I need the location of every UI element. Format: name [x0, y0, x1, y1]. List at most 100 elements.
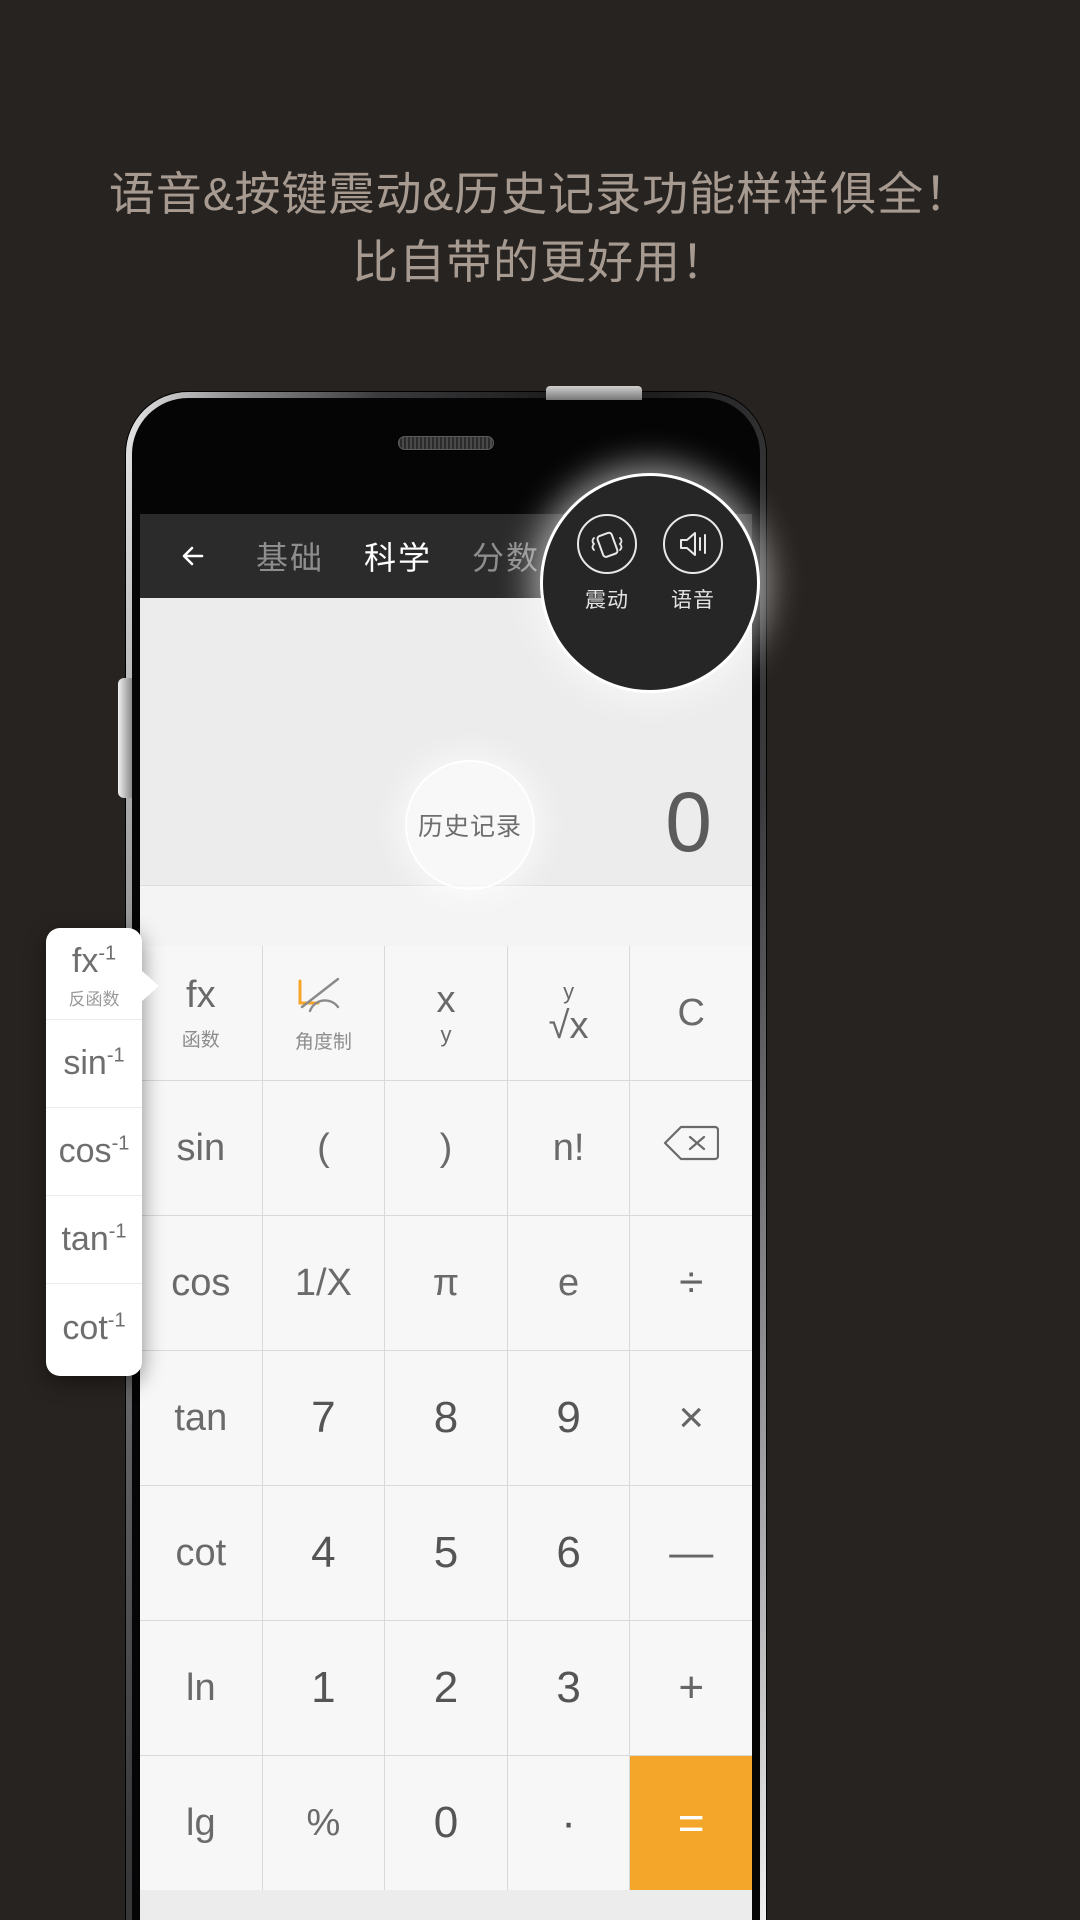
key-ln[interactable]: ln	[140, 1621, 262, 1755]
history-label: 历史记录	[417, 813, 522, 841]
inv-item-acot[interactable]: cot-1	[46, 1284, 142, 1372]
key-factorial[interactable]: n!	[507, 1081, 630, 1215]
key-pi[interactable]: π	[385, 1216, 507, 1350]
tab-fraction[interactable]: 分数	[472, 533, 540, 579]
key-label: ln	[186, 1666, 216, 1709]
key-label: +	[678, 1663, 705, 1712]
promo-line-2: 比自带的更好用！	[352, 236, 728, 288]
inv-item-asin[interactable]: sin-1	[46, 1020, 142, 1108]
key-superscript: y	[563, 978, 575, 1004]
key-paren-close[interactable]: )	[385, 1081, 507, 1215]
key-label: )	[439, 1126, 453, 1169]
key-plus[interactable]: +	[630, 1621, 752, 1755]
key-paren-open[interactable]: (	[262, 1081, 385, 1215]
calculator-keypad: fx 函数 角度制 xy y √x C sin () n! cos 1/X π…	[140, 946, 752, 1890]
key-label: 1/X	[294, 1261, 352, 1304]
key-lg[interactable]: lg	[140, 1756, 262, 1890]
angle-icon	[292, 973, 354, 1019]
key-label: e	[558, 1261, 580, 1304]
key-2[interactable]: 2	[385, 1621, 507, 1755]
vibrate-icon	[577, 514, 637, 574]
key-percent[interactable]: %	[262, 1756, 385, 1890]
inv-item-atan[interactable]: tan-1	[46, 1196, 142, 1284]
speaker-icon	[663, 514, 723, 574]
inv-superscript: -1	[98, 942, 117, 965]
key-label: 3	[556, 1663, 581, 1712]
key-label: π	[432, 1261, 460, 1304]
key-nth-root[interactable]: y √x	[507, 946, 630, 1080]
key-label: 9	[556, 1393, 581, 1442]
volume-button[interactable]	[118, 678, 132, 798]
inv-item-acos[interactable]: cos-1	[46, 1108, 142, 1196]
key-e[interactable]: e	[507, 1216, 630, 1350]
tab-basic[interactable]: 基础	[256, 533, 324, 579]
feature-voice[interactable]: 语音	[663, 514, 723, 614]
inv-label: cot	[62, 1308, 108, 1347]
key-1[interactable]: 1	[262, 1621, 385, 1755]
key-8[interactable]: 8	[385, 1351, 507, 1485]
history-highlight[interactable]: 历史记录	[405, 760, 535, 890]
backspace-icon	[663, 1124, 720, 1172]
key-7[interactable]: 7	[262, 1351, 385, 1485]
history-drawer-handle-zone[interactable]	[140, 886, 752, 980]
feature-vibrate[interactable]: 震动	[577, 514, 637, 614]
key-label: n!	[552, 1126, 585, 1169]
key-label: ×	[678, 1393, 705, 1442]
key-label: ÷	[679, 1258, 704, 1307]
key-sin[interactable]: sin	[140, 1081, 262, 1215]
key-sublabel: 函数	[181, 1030, 220, 1051]
inv-item-fx[interactable]: fx-1 反函数	[46, 932, 142, 1020]
power-button[interactable]	[546, 386, 642, 400]
key-0[interactable]: 0	[385, 1756, 507, 1890]
key-label: (	[317, 1126, 330, 1169]
key-5[interactable]: 5	[385, 1486, 507, 1620]
promo-headline: 语音&按键震动&历史记录功能样样俱全！ 比自带的更好用！	[0, 160, 1080, 296]
key-6[interactable]: 6	[507, 1486, 630, 1620]
inv-label: cos	[58, 1132, 112, 1170]
key-label: C	[677, 991, 705, 1034]
promo-line-1: 语音&按键震动&历史记录功能样样俱全！	[108, 168, 972, 220]
key-backspace[interactable]	[630, 1081, 752, 1215]
key-equals[interactable]: =	[630, 1756, 752, 1890]
key-cot[interactable]: cot	[140, 1486, 262, 1620]
feature-label: 语音	[671, 589, 715, 612]
key-label: ·	[561, 1798, 576, 1847]
key-power[interactable]: xy	[385, 946, 507, 1080]
key-label: 5	[433, 1528, 459, 1577]
key-tan[interactable]: tan	[140, 1351, 262, 1485]
key-label: fx	[186, 974, 216, 1016]
key-label: 8	[433, 1393, 459, 1442]
key-divide[interactable]: ÷	[630, 1216, 752, 1350]
feature-label: 震动	[585, 589, 629, 612]
key-reciprocal[interactable]: 1/X	[262, 1216, 385, 1350]
key-angle-mode[interactable]: 角度制	[262, 946, 385, 1080]
key-multiply[interactable]: ×	[630, 1351, 752, 1485]
key-label: sin	[176, 1126, 226, 1169]
inv-superscript: -1	[108, 1220, 127, 1243]
phone-screen: 基础 科学 分数 0 fx 函数 角度制 x y y √x C sin () …	[140, 514, 752, 1920]
key-label: %	[306, 1801, 341, 1844]
key-decimal[interactable]: ·	[507, 1756, 630, 1890]
key-4[interactable]: 4	[262, 1486, 385, 1620]
key-label: lg	[186, 1801, 216, 1844]
tab-scientific[interactable]: 科学	[364, 533, 432, 579]
key-clear[interactable]: C	[630, 946, 752, 1080]
key-label: x	[436, 978, 456, 1021]
key-3[interactable]: 3	[507, 1621, 630, 1755]
key-9[interactable]: 9	[507, 1351, 630, 1485]
key-fx[interactable]: fx 函数	[140, 946, 262, 1080]
inverse-function-popup: fx-1 反函数 sin-1 cos-1 tan-1 cot-1	[46, 928, 159, 1376]
key-minus[interactable]: —	[630, 1486, 752, 1620]
key-label: =	[677, 1797, 705, 1849]
key-cos[interactable]: cos	[140, 1216, 262, 1350]
key-label: 1	[311, 1663, 336, 1712]
display-value: 0	[665, 775, 712, 869]
inv-superscript: -1	[106, 1044, 125, 1067]
earpiece-speaker	[398, 436, 494, 450]
key-label: cot	[175, 1531, 227, 1574]
key-label: 0	[433, 1798, 459, 1847]
key-label: tan	[174, 1396, 228, 1439]
key-label: cos	[171, 1261, 231, 1304]
back-arrow-icon[interactable]	[172, 534, 216, 578]
inv-sublabel: 反函数	[68, 989, 120, 1009]
